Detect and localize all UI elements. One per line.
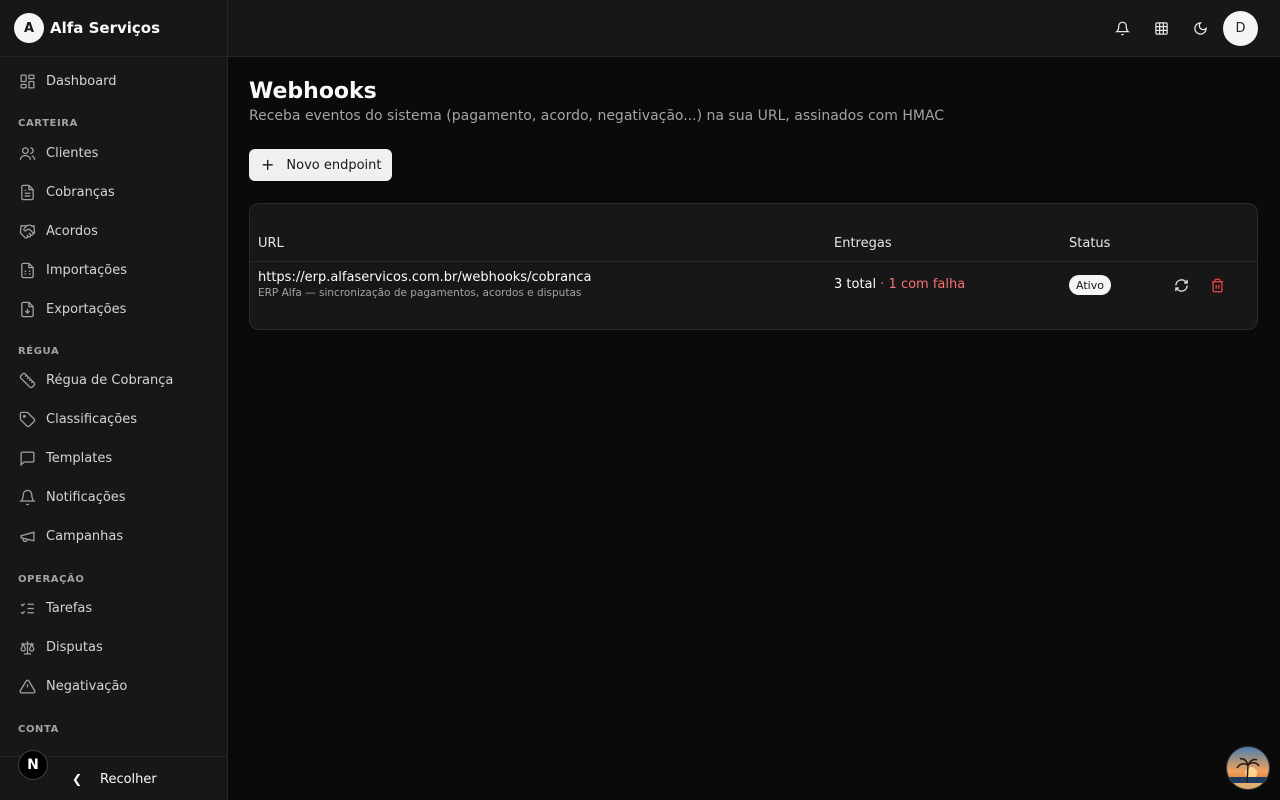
sidebar-item-dashboard[interactable]: Dashboard: [0, 62, 227, 101]
brand-name: Alfa Serviços: [50, 19, 161, 37]
corner-avatar[interactable]: [1226, 746, 1270, 790]
sidebar-item-disputas[interactable]: Disputas: [0, 628, 227, 667]
sidebar-item-label: Templates: [46, 451, 113, 466]
new-endpoint-button[interactable]: + Novo endpoint: [249, 149, 392, 181]
sidebar-item-label: Disputas: [46, 640, 103, 655]
sidebar-item-classificacoes[interactable]: Classificações: [0, 400, 227, 439]
section-regua: RÉGUA: [18, 346, 60, 357]
tag-icon: [18, 411, 36, 429]
sidebar-item-label: Negativação: [46, 679, 128, 694]
sidebar-item-importacoes[interactable]: Importações: [0, 251, 227, 290]
users-icon: [18, 145, 36, 163]
sidebar-item-label: Cobranças: [46, 185, 115, 200]
sidebar-item-label: Clientes: [46, 146, 99, 161]
file-text-icon: [18, 184, 36, 202]
sidebar-item-tarefas[interactable]: Tarefas: [0, 589, 227, 628]
sidebar-item-label: Classificações: [46, 412, 137, 427]
sidebar-item-label: Campanhas: [46, 529, 124, 544]
sidebar-item-templates[interactable]: Templates: [0, 439, 227, 478]
handshake-icon: [18, 223, 36, 241]
sidebar-item-campanhas[interactable]: Campanhas: [0, 517, 227, 556]
moon-icon[interactable]: [1191, 19, 1209, 37]
chevron-left-icon: ❮: [72, 772, 83, 786]
alert-triangle-icon: [18, 678, 36, 696]
bell-icon: [18, 489, 36, 507]
sidebar-item-exportacoes[interactable]: Exportações: [0, 290, 227, 329]
sidebar-item-label: Dashboard: [46, 74, 117, 89]
new-endpoint-label: Novo endpoint: [286, 157, 382, 173]
ruler-icon: [18, 372, 36, 390]
collapse-sidebar-button[interactable]: ❮ Recolher: [72, 767, 157, 791]
refresh-icon[interactable]: [1173, 277, 1189, 293]
topbar: D: [228, 0, 1280, 57]
webhooks-table-card: URL Entregas Status https://erp.alfaserv…: [249, 203, 1258, 330]
sidebar-item-acordos[interactable]: Acordos: [0, 212, 227, 251]
sidebar-item-label: Importações: [46, 263, 127, 278]
sidebar-nav: Dashboard CARTEIRA Clientes Cobranças Ac…: [0, 57, 227, 756]
section-operacao: OPERAÇÃO: [18, 574, 85, 585]
page-title: Webhooks: [249, 79, 377, 104]
sidebar: A Alfa Serviços Dashboard CARTEIRA Clien…: [0, 0, 228, 800]
sidebar-item-cobrancas[interactable]: Cobranças: [0, 173, 227, 212]
bell-icon[interactable]: [1113, 19, 1131, 37]
column-header-entregas: Entregas: [834, 236, 892, 251]
deliveries-total: 3 total: [834, 277, 877, 292]
status-badge: Ativo: [1069, 275, 1111, 295]
sidebar-item-label: Exportações: [46, 302, 127, 317]
endpoint-url: https://erp.alfaservicos.com.br/webhooks…: [258, 270, 592, 285]
endpoint-description: ERP Alfa — sincronização de pagamentos, …: [258, 287, 582, 299]
brand-header[interactable]: A Alfa Serviços: [0, 0, 227, 57]
scale-icon: [18, 639, 36, 657]
sidebar-item-label: Régua de Cobrança: [46, 373, 174, 388]
section-conta: CONTA: [18, 724, 59, 735]
deliveries-summary: 3 total · 1 com falha: [834, 277, 965, 292]
sidebar-item-label: Acordos: [46, 224, 98, 239]
column-header-url: URL: [258, 236, 284, 251]
user-avatar[interactable]: D: [1223, 11, 1258, 46]
dev-tools-badge[interactable]: N: [18, 750, 48, 780]
sidebar-item-regua-cobranca[interactable]: Régua de Cobrança: [0, 361, 227, 400]
app-root: A Alfa Serviços Dashboard CARTEIRA Clien…: [0, 0, 1280, 800]
plus-icon: +: [261, 155, 275, 174]
message-square-icon: [18, 450, 36, 468]
sidebar-item-clientes[interactable]: Clientes: [0, 134, 227, 173]
trash-icon[interactable]: [1209, 277, 1225, 293]
grid-icon[interactable]: [1152, 19, 1170, 37]
dashboard-icon: [18, 73, 36, 91]
column-header-status: Status: [1069, 236, 1111, 251]
sidebar-item-negativacao[interactable]: Negativação: [0, 667, 227, 706]
sidebar-item-label: Tarefas: [46, 601, 93, 616]
table-header-divider: [250, 261, 1257, 262]
file-download-icon: [18, 301, 36, 319]
list-checks-icon: [18, 600, 36, 618]
sidebar-item-notificacoes[interactable]: Notificações: [0, 478, 227, 517]
section-carteira: CARTEIRA: [18, 118, 78, 129]
sidebar-item-label: Notificações: [46, 490, 126, 505]
megaphone-icon: [18, 528, 36, 546]
deliveries-separator: ·: [876, 277, 889, 292]
file-spreadsheet-icon: [18, 262, 36, 280]
deliveries-failed: 1 com falha: [888, 277, 966, 292]
collapse-label: Recolher: [100, 771, 157, 787]
brand-avatar: A: [14, 13, 44, 43]
page-subtitle: Receba eventos do sistema (pagamento, ac…: [249, 108, 945, 124]
